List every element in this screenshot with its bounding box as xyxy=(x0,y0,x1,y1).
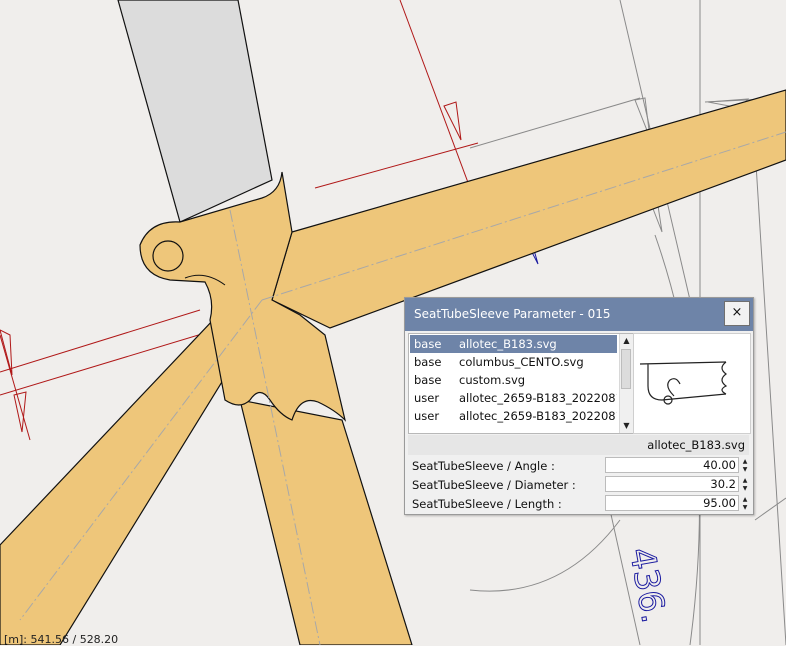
param-length-row: SeatTubeSleeve / Length : 95.00 ▲ ▼ xyxy=(408,495,752,514)
param-length-label: SeatTubeSleeve / Length : xyxy=(412,497,562,511)
list-item[interactable]: base allotec_B183.svg xyxy=(410,335,617,353)
coordinate-readout: [m]: 541.56 / 528.20 xyxy=(4,633,119,646)
spin-up-icon[interactable]: ▲ xyxy=(740,477,750,485)
down-tube-centerline xyxy=(19,299,263,621)
selected-file-row: allotec_B183.svg xyxy=(408,435,749,455)
spin-down-icon[interactable]: ▼ xyxy=(740,485,750,493)
selected-file-label: allotec_B183.svg xyxy=(647,438,745,452)
spin-up-icon[interactable]: ▲ xyxy=(740,458,750,466)
seat-tube-upper xyxy=(117,0,273,223)
list-item[interactable]: user allotec_2659-B183_20220814_ xyxy=(410,407,617,425)
list-item[interactable]: user allotec_2659-B183_20220814_ xyxy=(410,389,617,407)
top-tube xyxy=(271,89,786,329)
spin-down-icon[interactable]: ▼ xyxy=(740,504,750,512)
scroll-down-arrow-icon[interactable]: ▼ xyxy=(620,419,633,433)
seat-bolt-hole xyxy=(152,240,184,272)
diameter-input[interactable]: 30.2 xyxy=(605,476,739,492)
list-scrollbar[interactable]: ▲ ▼ xyxy=(619,334,633,433)
close-button[interactable]: × xyxy=(724,301,750,326)
dialog-title: SeatTubeSleeve Parameter - 015 xyxy=(414,307,611,321)
param-diameter-label: SeatTubeSleeve / Diameter : xyxy=(412,478,576,492)
list-item[interactable]: base columbus_CENTO.svg xyxy=(410,353,617,371)
spin-down-icon[interactable]: ▼ xyxy=(740,466,750,474)
param-angle-label: SeatTubeSleeve / Angle : xyxy=(412,459,555,473)
length-spinner[interactable]: ▲ ▼ xyxy=(740,496,750,512)
seat-tube-lower xyxy=(239,399,413,645)
angle-spinner[interactable]: ▲ ▼ xyxy=(740,458,750,474)
sleeve-shape-preview-icon xyxy=(639,361,728,405)
dimension-text-blue: 436. xyxy=(621,545,674,626)
sleeve-preview xyxy=(633,333,751,434)
angle-input[interactable]: 40.00 xyxy=(605,457,739,473)
sleeve-file-list[interactable]: base allotec_B183.svg base columbus_CENT… xyxy=(408,333,633,434)
diameter-spinner[interactable]: ▲ ▼ xyxy=(740,477,750,493)
dialog-titlebar[interactable]: SeatTubeSleeve Parameter - 015 × xyxy=(405,298,753,331)
top-tube-centerline xyxy=(261,131,786,301)
seat-tube-sleeve-dialog: SeatTubeSleeve Parameter - 015 × base al… xyxy=(404,297,754,515)
param-diameter-row: SeatTubeSleeve / Diameter : 30.2 ▲ ▼ xyxy=(408,476,752,495)
param-angle-row: SeatTubeSleeve / Angle : 40.00 ▲ ▼ xyxy=(408,457,752,476)
scroll-up-arrow-icon[interactable]: ▲ xyxy=(620,334,633,348)
length-input[interactable]: 95.00 xyxy=(605,495,739,511)
dimension-arc-gray xyxy=(469,519,621,592)
list-item[interactable]: base custom.svg xyxy=(410,371,617,389)
spin-up-icon[interactable]: ▲ xyxy=(740,496,750,504)
scroll-thumb[interactable] xyxy=(621,349,631,389)
